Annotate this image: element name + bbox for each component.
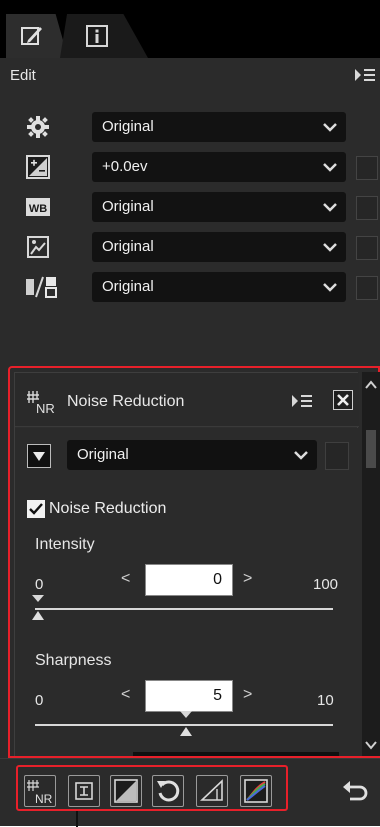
sharpness-slider-marker-icon [179,710,193,724]
noise-reduction-panel: NR Noise Reduction Original Noise Reduct… [14,372,359,760]
intensity-slider-marker-icon [31,594,45,608]
gear-icon [26,115,50,139]
intensity-input[interactable]: 0 [145,564,233,596]
noise-reduction-header: NR Noise Reduction [15,373,359,427]
exposure-enable-checkbox[interactable] [356,156,378,180]
tab-edit[interactable] [6,14,68,58]
undo-icon[interactable] [342,781,368,803]
noise-reduction-preset-dropdown[interactable]: Original [67,440,317,470]
intensity-label: Intensity [35,536,95,553]
chevron-down-icon [293,447,309,463]
intensity-max-label: 100 [313,576,339,593]
dropdown-value: Original [77,446,129,463]
color-tool-button[interactable] [240,775,272,807]
exposure-dropdown[interactable]: +0.0ev [92,152,346,182]
edit-row-exposure: +0.0ev [0,148,380,186]
active-d-lighting-dropdown[interactable]: Original [92,272,346,302]
chevron-down-icon [322,119,338,135]
noise-reduction-checkbox-label: Noise Reduction [49,500,167,517]
sharpness-min-label: 0 [35,692,44,709]
dropdown-value: Original [102,118,154,135]
tab-bar [0,0,380,58]
sharpness-max-label: 10 [317,692,334,709]
noise-reduction-body: Original Noise Reduction Intensity 0 < 0… [15,428,359,760]
dropdown-value: Original [102,198,154,215]
sharpness-label: Sharpness [35,652,112,669]
callout-line [76,811,78,827]
exposure-compensation-icon [26,155,50,179]
expand-toggle-icon[interactable] [27,444,51,468]
panel-menu-icon[interactable] [291,393,313,409]
intensity-slider-track[interactable] [35,608,333,610]
svg-text:WB: WB [29,203,47,215]
picture-control-enable-checkbox[interactable] [356,236,378,260]
edit-row-camera-settings: Original [0,108,380,146]
edit-row-picture-control: Original [0,228,380,266]
edit-row-active-d-lighting: Original [0,268,380,306]
tool-palette-area: NR Noise Reduction Original Noise Reduct… [0,358,380,766]
active-d-lighting-enable-checkbox[interactable] [356,276,378,300]
noise-reduction-checkbox[interactable] [27,500,45,518]
chevron-down-icon [322,199,338,215]
straighten-tool-button[interactable] [68,775,100,807]
chevron-down-icon [322,279,338,295]
tab-info[interactable] [60,14,148,58]
panel-menu-icon[interactable] [354,66,376,84]
edit-panel: Edit Original +0.0ev WB Original Origina… [0,58,380,358]
rotate-tool-button[interactable] [152,775,184,807]
picture-control-dropdown[interactable]: Original [92,232,346,262]
dropdown-value: +0.0ev [102,158,148,175]
sharpness-increment-icon[interactable]: > [243,686,252,704]
vertical-scrollbar[interactable] [362,372,380,758]
scroll-up-icon[interactable] [364,378,378,392]
scroll-down-icon[interactable] [364,738,378,752]
levels-curves-tool-button[interactable] [110,775,142,807]
noise-reduction-icon: NR [27,389,61,415]
dropdown-value: Original [102,278,154,295]
intensity-min-label: 0 [35,576,44,593]
noise-reduction-title: Noise Reduction [67,393,185,410]
noise-reduction-tool-button[interactable]: NR [24,775,56,807]
white-balance-icon: WB [26,195,50,219]
noise-reduction-enable-checkbox[interactable] [325,442,349,470]
camera-settings-dropdown[interactable]: Original [92,112,346,142]
edit-icon [20,24,44,48]
info-icon [86,25,108,47]
sharpness-input[interactable]: 5 [145,680,233,712]
sharpness-slider-thumb-icon[interactable] [179,726,193,740]
edit-panel-title: Edit [10,67,36,84]
edit-row-white-balance: WB Original [0,188,380,226]
picture-control-icon [26,235,50,259]
sharpness-decrement-icon[interactable]: < [121,686,130,704]
svg-text:NR: NR [36,401,55,415]
intensity-slider-thumb-icon[interactable] [31,610,45,624]
close-icon[interactable] [333,390,353,410]
chevron-down-icon [322,159,338,175]
svg-text:NR: NR [35,792,53,806]
scrollbar-thumb[interactable] [366,430,376,468]
white-balance-dropdown[interactable]: Original [92,192,346,222]
intensity-increment-icon[interactable]: > [243,570,252,588]
intensity-decrement-icon[interactable]: < [121,570,130,588]
chevron-down-icon [322,239,338,255]
perspective-tool-button[interactable] [196,775,228,807]
white-balance-enable-checkbox[interactable] [356,196,378,220]
dropdown-value: Original [102,238,154,255]
bottom-toolbar: NR [0,758,380,827]
capture-nx-window: Edit Original +0.0ev WB Original Origina… [0,0,380,827]
active-d-lighting-icon [26,275,57,299]
